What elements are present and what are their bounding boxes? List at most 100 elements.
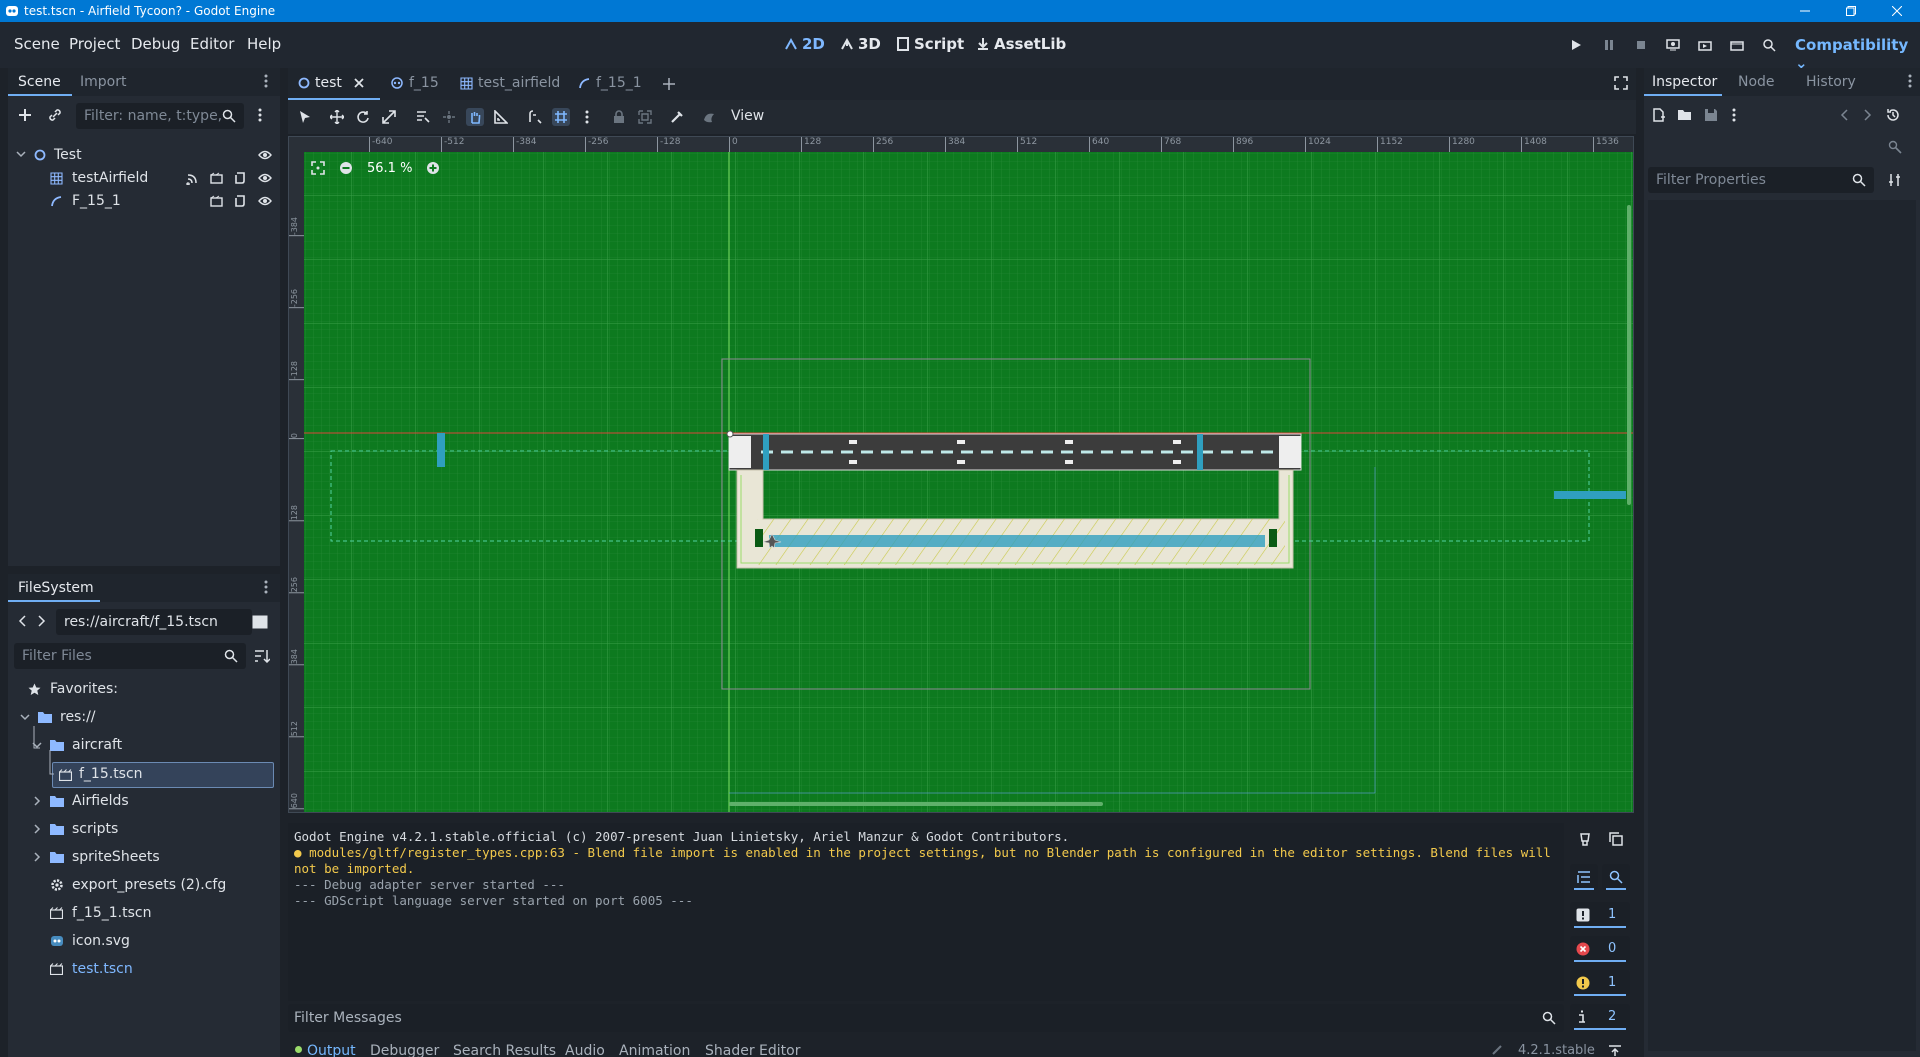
expand-panel-icon[interactable] (1608, 1045, 1622, 1057)
bottom-tab-audio[interactable]: Audio (565, 1043, 605, 1057)
grid-snap-icon[interactable] (552, 108, 570, 126)
copy-icon[interactable] (1609, 832, 1623, 846)
scene-tab-test[interactable]: test (298, 75, 365, 91)
canvas-viewport[interactable]: -640 -512 -384 -256 -128 0 128 256 384 512 640 768 8… (288, 136, 1634, 813)
mode-assetlib-button[interactable]: AssetLib (976, 35, 1066, 53)
chevron-right-icon[interactable] (32, 852, 42, 862)
tab-history[interactable]: History (1806, 74, 1856, 90)
menu-scene[interactable]: Scene (14, 35, 60, 53)
maximize-icon[interactable] (1828, 0, 1874, 22)
new-resource-icon[interactable] (1652, 108, 1666, 122)
collapse-toggle[interactable] (1570, 864, 1598, 890)
forward-arrow-icon[interactable] (38, 615, 46, 627)
tools-icon[interactable] (1888, 173, 1902, 187)
filter-properties-input[interactable]: Filter Properties (1648, 167, 1874, 193)
link-icon[interactable] (48, 108, 62, 122)
pivot-mode-icon[interactable] (440, 108, 458, 126)
menu-help[interactable]: Help (247, 35, 281, 53)
tab-import[interactable]: Import (80, 74, 126, 90)
bottom-tab-animation[interactable]: Animation (619, 1043, 690, 1057)
mode-script-button[interactable]: Script (896, 35, 964, 53)
fs-row-f15-tscn-selected[interactable]: f_15.tscn (52, 762, 274, 788)
chevron-down-icon[interactable] (20, 712, 30, 722)
tree-node-test[interactable]: Test (14, 146, 276, 168)
search-toggle[interactable] (1602, 864, 1630, 890)
split-view-icon[interactable] (252, 615, 268, 629)
tab-scene[interactable]: Scene (18, 74, 61, 90)
filter-files-input[interactable]: Filter Files (14, 643, 246, 669)
center-view-icon[interactable] (311, 161, 325, 175)
remote-debug-icon[interactable] (1664, 36, 1682, 54)
menu-editor[interactable]: Editor (190, 35, 234, 53)
list-select-icon[interactable] (414, 108, 432, 126)
add-node-icon[interactable] (18, 108, 32, 122)
back-arrow-icon[interactable] (18, 615, 26, 627)
clear-log-icon[interactable] (1578, 832, 1592, 846)
scene-instance-icon[interactable] (210, 195, 223, 207)
play-icon[interactable] (1567, 36, 1585, 54)
script-icon[interactable] (234, 172, 246, 184)
history-back-icon[interactable] (1840, 109, 1848, 121)
run-current-scene-icon[interactable] (1696, 36, 1714, 54)
filter-errors-toggle[interactable]: 0 (1570, 936, 1630, 962)
add-tab-icon[interactable] (662, 77, 676, 91)
pan-mode-icon[interactable] (466, 108, 484, 126)
view-menu-button[interactable]: View (731, 108, 764, 124)
filter-warnings-toggle[interactable]: 1 (1570, 970, 1630, 996)
close-window-icon[interactable] (1874, 0, 1920, 22)
bottom-tab-debugger[interactable]: Debugger (370, 1043, 439, 1057)
minimize-icon[interactable] (1782, 0, 1828, 22)
tree-node-f15-1[interactable]: F_15_1 (14, 192, 276, 214)
close-tab-icon[interactable] (353, 77, 365, 89)
kebab-menu-icon[interactable] (1908, 74, 1912, 88)
scene-tab-test-airfield[interactable]: test_airfield (460, 75, 560, 91)
chevron-right-icon[interactable] (32, 796, 42, 806)
zoom-level[interactable]: 56.1 % (367, 161, 412, 176)
output-log[interactable]: Godot Engine v4.2.1.stable.official (c) … (288, 823, 1564, 1001)
ruler-mode-icon[interactable] (492, 108, 510, 126)
horizontal-scrollbar[interactable] (729, 802, 1103, 806)
kebab-menu-icon[interactable] (264, 74, 268, 88)
menu-debug[interactable]: Debug (131, 35, 180, 53)
visibility-eye-icon[interactable] (258, 195, 272, 207)
filter-messages-toggle[interactable]: 1 (1570, 902, 1630, 928)
history-icon[interactable] (1886, 108, 1900, 122)
run-specific-scene-icon[interactable] (1728, 36, 1746, 54)
vertical-scrollbar[interactable] (1627, 205, 1631, 505)
menu-project[interactable]: Project (69, 35, 120, 53)
visibility-eye-icon[interactable] (258, 172, 272, 184)
snap-options-kebab-icon[interactable] (578, 108, 596, 126)
scene-filter-input[interactable]: Filter: name, t:type, (76, 103, 244, 129)
visibility-eye-icon[interactable] (258, 149, 272, 161)
kebab-menu-icon[interactable] (258, 108, 262, 122)
select-mode-icon[interactable] (296, 108, 314, 126)
zoom-out-icon[interactable] (339, 161, 353, 175)
kebab-menu-icon[interactable] (1732, 108, 1736, 122)
pause-icon[interactable] (1600, 36, 1618, 54)
lock-icon[interactable] (610, 108, 628, 126)
bottom-tab-search-results[interactable]: Search Results (453, 1043, 556, 1057)
canvas-scene[interactable] (289, 137, 1634, 813)
scene-tab-f15[interactable]: f_15 (390, 75, 439, 91)
version-label[interactable]: 4.2.1.stable (1518, 1043, 1595, 1057)
zoom-in-icon[interactable] (426, 161, 440, 175)
renderer-select[interactable]: Compatibility ⌄ (1795, 36, 1920, 72)
emission-shape-icon[interactable] (700, 108, 718, 126)
history-forward-icon[interactable] (1864, 109, 1872, 121)
sort-icon[interactable] (254, 649, 270, 663)
tree-node-testairfield[interactable]: testAirfield (14, 169, 276, 191)
move-mode-icon[interactable] (328, 108, 346, 126)
group-icon[interactable] (636, 108, 654, 126)
smart-snap-icon[interactable] (526, 108, 544, 126)
movie-maker-icon[interactable] (1760, 36, 1778, 54)
filter-messages-field[interactable]: Filter Messages (288, 1004, 1564, 1032)
skeleton-icon[interactable] (668, 108, 686, 126)
scene-instance-icon[interactable] (210, 172, 223, 184)
tab-inspector[interactable]: Inspector (1652, 74, 1717, 90)
distraction-free-icon[interactable] (1614, 76, 1628, 90)
stop-icon[interactable] (1632, 36, 1650, 54)
chevron-right-icon[interactable] (32, 824, 42, 834)
bottom-tab-output[interactable]: Output (307, 1043, 356, 1057)
signal-icon[interactable] (186, 173, 198, 185)
scale-mode-icon[interactable] (380, 108, 398, 126)
